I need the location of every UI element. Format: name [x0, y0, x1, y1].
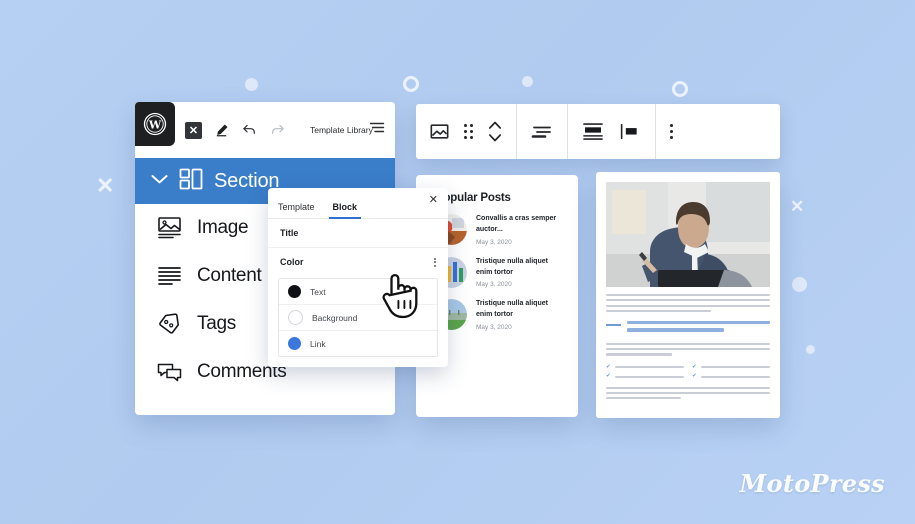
color-option-background[interactable]: Background: [279, 305, 437, 331]
check-icon: ✔: [606, 373, 611, 380]
decor-dot: [522, 76, 533, 87]
post-title[interactable]: Convallis a cras semper auctor...: [476, 214, 566, 236]
more-options-kebab-icon[interactable]: [670, 124, 673, 139]
document-preview-card: ✔ ✔ ✔ ✔: [596, 172, 780, 418]
template-library-label[interactable]: Template Library: [310, 125, 373, 135]
decor-ring: [403, 76, 419, 92]
color-swatch-icon[interactable]: [288, 337, 301, 350]
svg-text:W: W: [148, 119, 162, 132]
popover-title-label: Title: [280, 228, 299, 238]
heading-rule: [606, 324, 621, 326]
popover-color-label: Color: [280, 257, 304, 267]
color-option-label: Background: [312, 312, 358, 323]
close-icon[interactable]: ✕: [429, 195, 438, 206]
list-item: ✔: [606, 374, 684, 380]
list-item: ✔: [692, 363, 770, 371]
check-icon: ✔: [606, 363, 611, 370]
pencil-icon[interactable]: [212, 121, 230, 139]
color-option-text[interactable]: Text: [279, 279, 437, 305]
check-icon: ✔: [692, 373, 697, 380]
chevron-down-icon[interactable]: [151, 172, 168, 190]
undo-arrow-icon[interactable]: [240, 121, 258, 139]
color-option-label: Text: [310, 286, 326, 297]
align-text-icon[interactable]: [531, 124, 553, 140]
align-left-wrap-icon[interactable]: [619, 122, 641, 141]
full-width-align-icon[interactable]: [582, 122, 604, 141]
wordpress-logo-icon[interactable]: W: [135, 102, 175, 146]
editor-toolbar: W ✕ Template Library: [135, 102, 395, 158]
layout-blocks-icon: [178, 166, 204, 197]
tab-template[interactable]: Template: [278, 202, 315, 218]
decor-cross-icon: ✕: [790, 197, 805, 216]
body-paragraph: [606, 342, 770, 356]
section-heading: [606, 321, 770, 336]
popover-color-row[interactable]: Color: [268, 248, 448, 276]
tab-block[interactable]: Block: [328, 202, 361, 219]
text-lines-icon: [157, 264, 183, 288]
decor-dot: [245, 78, 258, 91]
heading-lines: [627, 321, 770, 336]
close-icon[interactable]: ✕: [185, 121, 202, 139]
post-date: May 3, 2020: [476, 324, 512, 332]
feature-bullet-list: ✔ ✔ ✔ ✔: [606, 363, 770, 380]
post-date: May 3, 2020: [476, 238, 512, 246]
drag-handle-dots-icon[interactable]: [464, 124, 473, 139]
comments-icon: [157, 360, 183, 384]
decor-dot: [792, 277, 807, 292]
color-swatch-icon[interactable]: [288, 310, 303, 325]
toolbar-group-block-align: [568, 104, 656, 159]
screenshot-canvas: ✕ ✕ W ✕ Template Library Section Image C…: [0, 0, 915, 524]
block-settings-popover: Template Block ✕ Title Color Text Backgr…: [268, 188, 448, 367]
toolbar-group-more: [656, 104, 687, 159]
motopress-logo: MotoPress: [739, 469, 885, 498]
toolbar-group-block: [416, 104, 517, 159]
post-title[interactable]: Tristique nulla aliquet enim tortor: [476, 257, 566, 279]
hero-photo: [606, 182, 770, 287]
move-up-down-chevrons-icon[interactable]: [488, 120, 502, 143]
sidebar-item-label: Image: [197, 217, 249, 238]
list-item: ✔: [606, 363, 684, 371]
image-block-icon[interactable]: [430, 122, 449, 141]
popover-title-row[interactable]: Title: [268, 219, 448, 248]
sidebar-item-label: Tags: [197, 313, 236, 334]
intro-paragraph: [606, 294, 770, 313]
decor-ring: [672, 81, 688, 97]
sidebar-item-label: Content: [197, 265, 262, 286]
decor-dot: [806, 345, 815, 354]
footer-paragraph: [606, 386, 770, 400]
post-date: May 3, 2020: [476, 281, 512, 289]
kebab-menu-icon[interactable]: [434, 257, 436, 267]
color-swatch-icon[interactable]: [288, 285, 301, 298]
post-title[interactable]: Tristique nulla aliquet enim tortor: [476, 299, 566, 321]
image-icon: [157, 216, 183, 240]
popover-tab-bar: Template Block ✕: [268, 188, 448, 219]
color-options-list: Text Background Link: [278, 278, 438, 357]
color-option-link[interactable]: Link: [279, 331, 437, 356]
hamburger-list-icon[interactable]: [369, 121, 385, 139]
list-item: ✔: [692, 374, 770, 380]
color-option-label: Link: [310, 338, 326, 349]
tags-icon: [157, 312, 183, 336]
toolbar-group-text-align: [517, 104, 568, 159]
decor-cross-icon: ✕: [96, 173, 115, 198]
redo-arrow-icon[interactable]: [268, 121, 286, 139]
check-icon: ✔: [692, 363, 697, 370]
block-toolbar: [416, 104, 780, 159]
